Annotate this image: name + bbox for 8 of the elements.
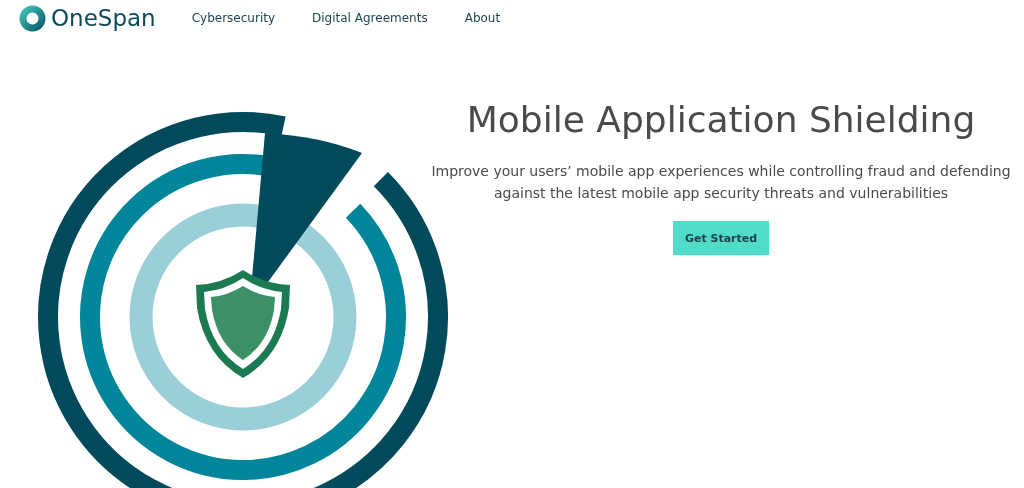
nav-link[interactable]: About (464, 11, 501, 25)
hero-title: Mobile Application Shielding (466, 98, 976, 142)
hero-subtitle: Improve your users’ mobile app experiences while controlling fraud and defending against the latest mobile app security threats and vulnerabilities (431, 162, 1011, 203)
logo-text[interactable]: OneSpan (51, 5, 156, 31)
get-started-button[interactable]: Get Started (673, 221, 769, 255)
nav-link[interactable]: Cybersecurity (191, 11, 276, 25)
nav-link[interactable]: Digital Agreements (312, 11, 428, 25)
logo-ring-icon (19, 4, 46, 32)
